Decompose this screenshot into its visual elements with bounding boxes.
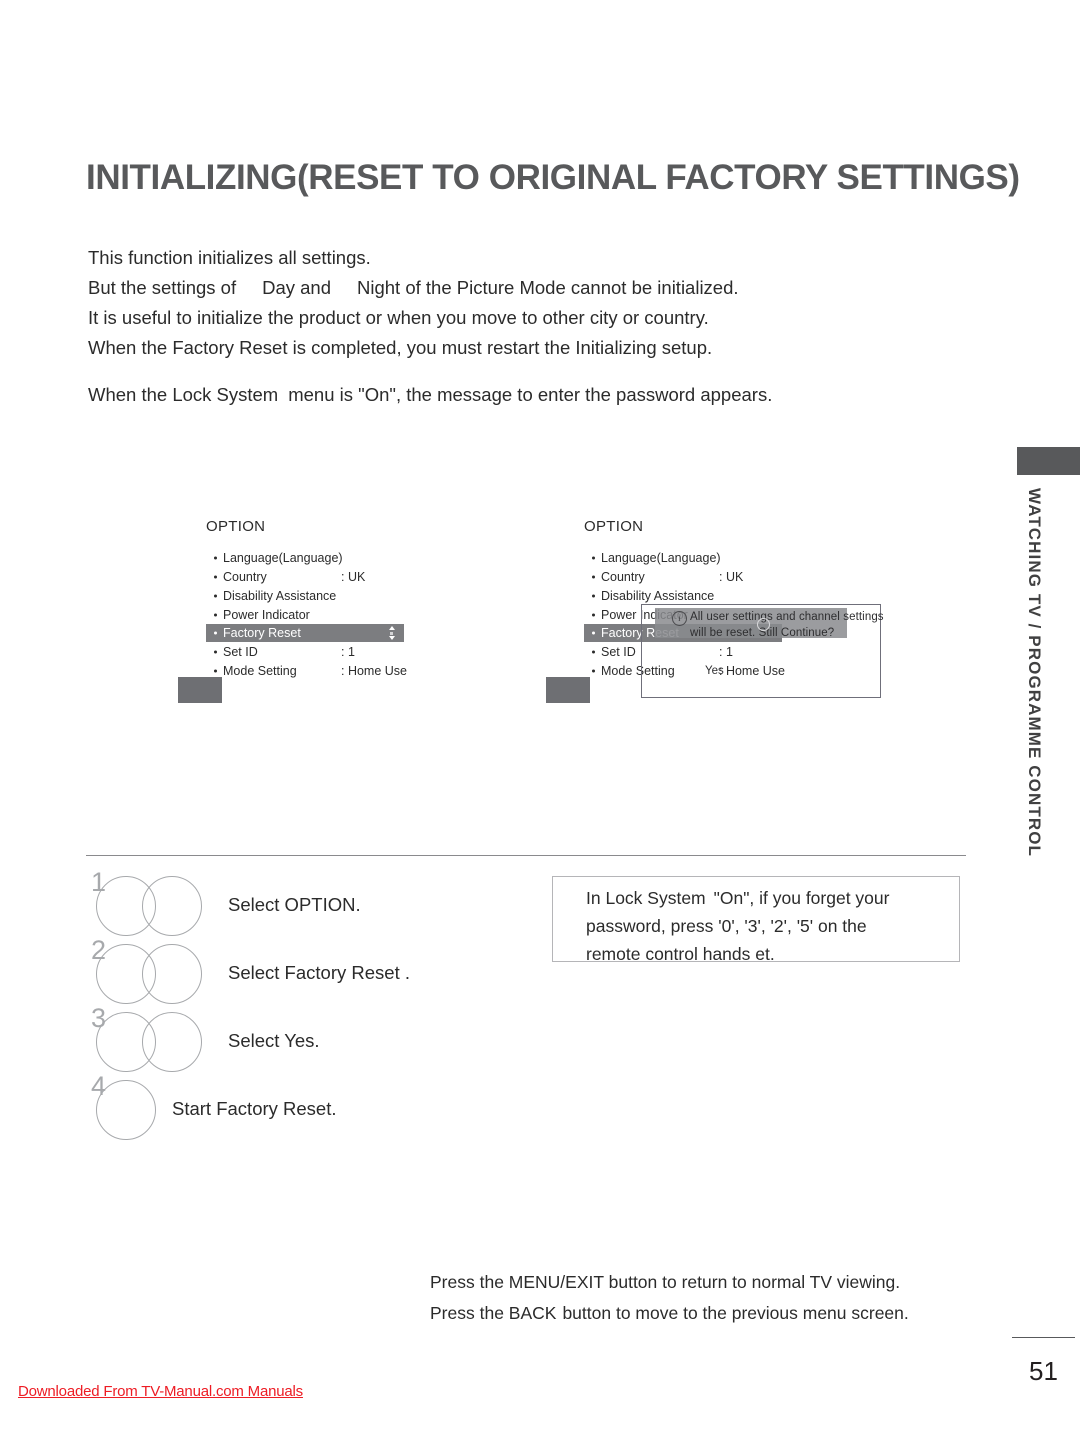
osd-row-value: : Home Use: [341, 663, 407, 678]
osd-row[interactable]: Country : UK: [584, 567, 884, 586]
section-divider: [86, 855, 966, 856]
password-note-text: In Lock System "On", if you forget your p…: [586, 884, 946, 968]
osd-footer-block: [546, 677, 590, 703]
intro-line-2-part-a: But the settings of: [88, 277, 237, 298]
osd-row[interactable]: Disability Assistance: [584, 586, 884, 605]
lock-note-part-a: When the Lock System: [88, 384, 279, 405]
osd-row[interactable]: Language(Language): [584, 548, 884, 567]
osd-footer-block: [178, 677, 222, 703]
page-title: INITIALIZING(RESET TO ORIGINAL FACTORY S…: [86, 158, 1020, 197]
bullet-icon: [214, 631, 217, 635]
watermark-link[interactable]: Downloaded From TV-Manual.com Manuals: [18, 1383, 303, 1400]
footer-line-1: Press the MENU/EXIT button to return to …: [430, 1272, 901, 1292]
selection-circle-icon: [757, 618, 770, 631]
footer-instructions: Press the MENU/EXIT button to return to …: [430, 1267, 990, 1329]
up-down-arrow-icon: [388, 626, 395, 640]
lock-note-part-b: menu is "On", the message to enter the p…: [288, 384, 773, 405]
note-line-1-part-b: "On", if you forget your: [713, 888, 890, 908]
note-line-3: remote control hands et.: [586, 944, 775, 964]
step-number: 2: [91, 935, 107, 965]
bullet-icon: [592, 613, 595, 616]
footer-line-2-part-b: button to move to the previous menu scre…: [562, 1303, 909, 1323]
bullet-icon: [592, 650, 595, 653]
osd-row-label: Language(Language): [601, 550, 721, 565]
osd-row-label: Country: [601, 569, 645, 584]
bullet-icon: [592, 631, 595, 635]
bullet-icon: [592, 575, 595, 578]
step-circle-icon: [142, 876, 202, 936]
step-number: 4: [91, 1071, 107, 1101]
step-number: 1: [91, 867, 107, 897]
step-item: 2 Select Factory Reset .: [88, 935, 558, 1008]
side-tab-marker: [1017, 447, 1080, 475]
osd-row[interactable]: Disability Assistance: [206, 586, 506, 605]
page-number: 51: [1029, 1356, 1058, 1386]
note-line-1-part-a: In Lock System: [586, 888, 706, 908]
bullet-icon: [592, 669, 595, 672]
note-line-1: In Lock System "On", if you forget your: [586, 884, 946, 912]
dialog-yes-button[interactable]: Yes: [705, 665, 724, 677]
step-text: Start Factory Reset.: [172, 1098, 337, 1119]
osd-row-label: Factory Reset: [223, 626, 301, 640]
osd-row-factory-reset-selected[interactable]: Factory Reset: [206, 624, 404, 642]
bullet-icon: [214, 669, 217, 672]
osd-row[interactable]: Country : UK: [206, 567, 506, 586]
page-number-divider: [1012, 1337, 1075, 1338]
bullet-icon: [214, 556, 217, 559]
side-tab-label: WATCHING TV / PROGRAMME CONTROL: [1025, 488, 1044, 858]
step-text: Select OPTION.: [228, 894, 361, 915]
steps-list: 1 Select OPTION. 2 Select Factory Reset …: [88, 867, 558, 1144]
intro-line-4: When the Factory Reset is completed, you…: [88, 337, 713, 358]
osd-row[interactable]: Power Indicator: [206, 605, 506, 624]
step-item: 1 Select OPTION.: [88, 867, 558, 940]
step-item: 3 Select Yes.: [88, 1003, 558, 1076]
intro-paragraph: This function initializes all settings. …: [88, 243, 968, 363]
step-number: 3: [91, 1003, 107, 1033]
osd-row-label: Mode Setting: [223, 663, 297, 678]
osd-row-label: Set ID: [223, 644, 258, 659]
osd-row-label: Disability Assistance: [601, 588, 715, 603]
footer-line-2-part-a: Press the BACK: [430, 1303, 557, 1323]
intro-line-2-part-b: Day and: [262, 277, 331, 298]
osd-title: OPTION: [584, 518, 644, 535]
osd-row-label: Country: [223, 569, 267, 584]
osd-row[interactable]: Mode Setting : Home Use: [206, 661, 506, 680]
bullet-icon: [214, 594, 217, 597]
footer-line-2: Press the BACK button to move to the prev…: [430, 1298, 990, 1329]
step-circle-icon: [142, 1012, 202, 1072]
step-text: Select Yes.: [228, 1030, 320, 1051]
osd-row[interactable]: Language(Language): [206, 548, 506, 567]
bullet-icon: [214, 650, 217, 653]
osd-row-label: Disability Assistance: [223, 588, 337, 603]
intro-line-1: This function initializes all settings.: [88, 247, 371, 268]
intro-line-2-part-c: Night of the Picture Mode cannot be init…: [357, 277, 739, 298]
intro-line-2: But the settings of Day and Night of the P…: [88, 273, 968, 303]
lock-system-note: When the Lock System menu is "On", the me…: [88, 380, 988, 410]
osd-row-label: Language(Language): [223, 550, 343, 565]
step-text: Select Factory Reset .: [228, 962, 410, 983]
osd-row-label: Power Indicator: [223, 607, 310, 622]
osd-row[interactable]: Set ID : 1: [206, 642, 506, 661]
bullet-icon: [214, 575, 217, 578]
osd-panel-option-1: OPTION Language(Language) Country : UK D…: [206, 518, 506, 680]
osd-row-value: : UK: [719, 569, 744, 584]
bullet-icon: [214, 613, 217, 616]
osd-row-value: : 1: [341, 644, 355, 659]
info-icon: i: [672, 611, 687, 626]
osd-row-value: : UK: [341, 569, 366, 584]
bullet-icon: [592, 594, 595, 597]
note-line-2: password, press '0', '3', '2', '5' on th…: [586, 916, 867, 936]
step-item: 4 Start Factory Reset.: [88, 1071, 558, 1144]
step-circle-icon: [142, 944, 202, 1004]
bullet-icon: [592, 556, 595, 559]
intro-line-3: It is useful to initialize the product o…: [88, 307, 709, 328]
osd-title: OPTION: [206, 518, 266, 535]
dialog-message: All user settings and channel settings w…: [690, 611, 884, 639]
